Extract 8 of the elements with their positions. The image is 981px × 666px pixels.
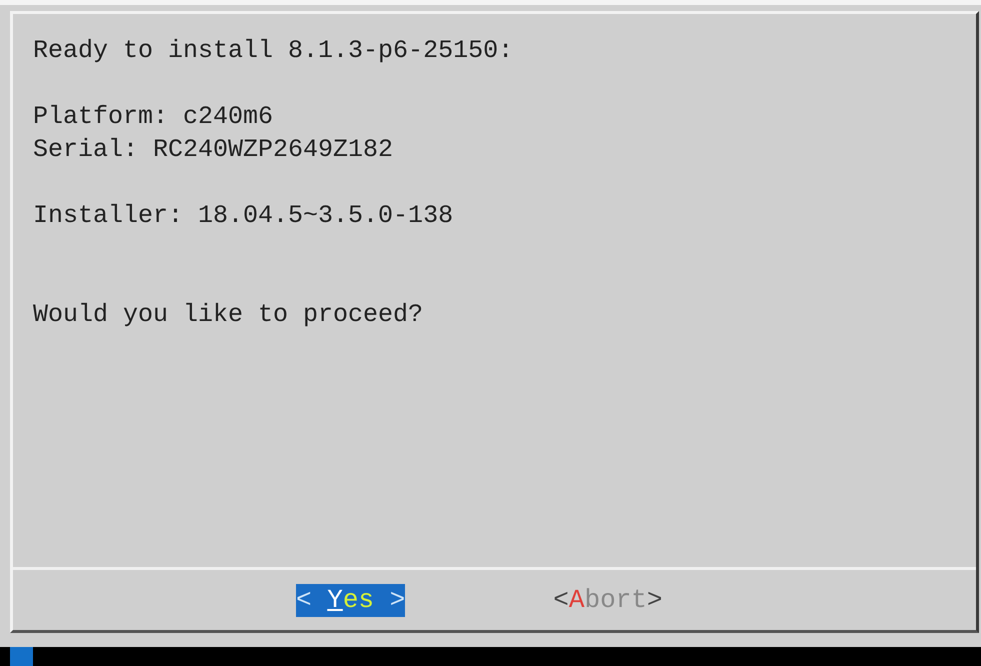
- message-line: Would you like to proceed?: [33, 299, 424, 331]
- cursor-block: [10, 647, 33, 666]
- dialog-button[interactable]: < Yes >: [296, 584, 406, 616]
- message-line: Ready to install 8.1.3-p6-25150:: [33, 35, 514, 67]
- message-line: Installer: 18.04.5~3.5.0-138: [33, 200, 454, 232]
- message-line: Platform: c240m6: [33, 101, 274, 133]
- dialog-button[interactable]: <Abort>: [553, 584, 663, 616]
- message-line: Serial: RC240WZP2649Z182: [33, 134, 394, 166]
